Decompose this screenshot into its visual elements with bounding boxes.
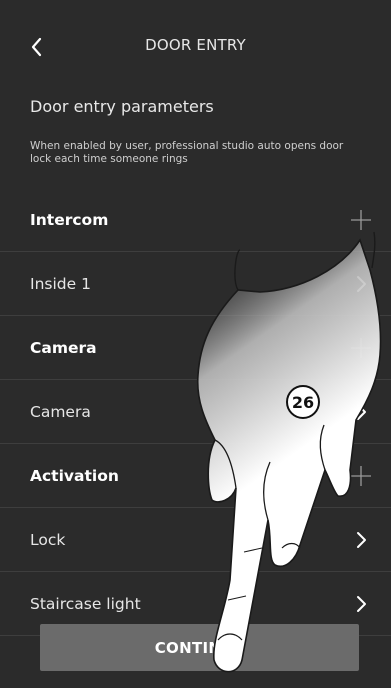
chevron-right-icon [349,528,373,552]
settings-list: Intercom Inside 1 Camera Camera Activati… [0,188,391,636]
row-label: Camera [30,402,91,421]
list-item-lock[interactable]: Lock [0,508,391,572]
row-label: Activation [30,466,119,485]
row-label: Inside 1 [30,274,91,293]
section-description: When enabled by user, professional studi… [30,140,344,165]
header-bar: DOOR ENTRY [0,0,391,92]
row-label: Intercom [30,210,109,229]
plus-icon[interactable] [349,464,373,488]
row-label: Camera [30,338,97,357]
section-title: Door entry parameters [30,97,214,116]
group-header-intercom[interactable]: Intercom [0,188,391,252]
plus-icon[interactable] [349,208,373,232]
step-number-badge: 26 [286,385,320,419]
row-label: Staircase light [30,594,141,613]
list-item-inside-1[interactable]: Inside 1 [0,252,391,316]
plus-icon[interactable] [349,336,373,360]
group-header-activation[interactable]: Activation [0,444,391,508]
chevron-right-icon [349,400,373,424]
page-title: DOOR ENTRY [145,36,246,54]
continue-button[interactable]: CONTINUE [40,624,359,671]
chevron-right-icon [349,272,373,296]
row-label: Lock [30,530,66,549]
chevron-right-icon [349,592,373,616]
list-item-camera[interactable]: Camera [0,380,391,444]
group-header-camera[interactable]: Camera [0,316,391,380]
